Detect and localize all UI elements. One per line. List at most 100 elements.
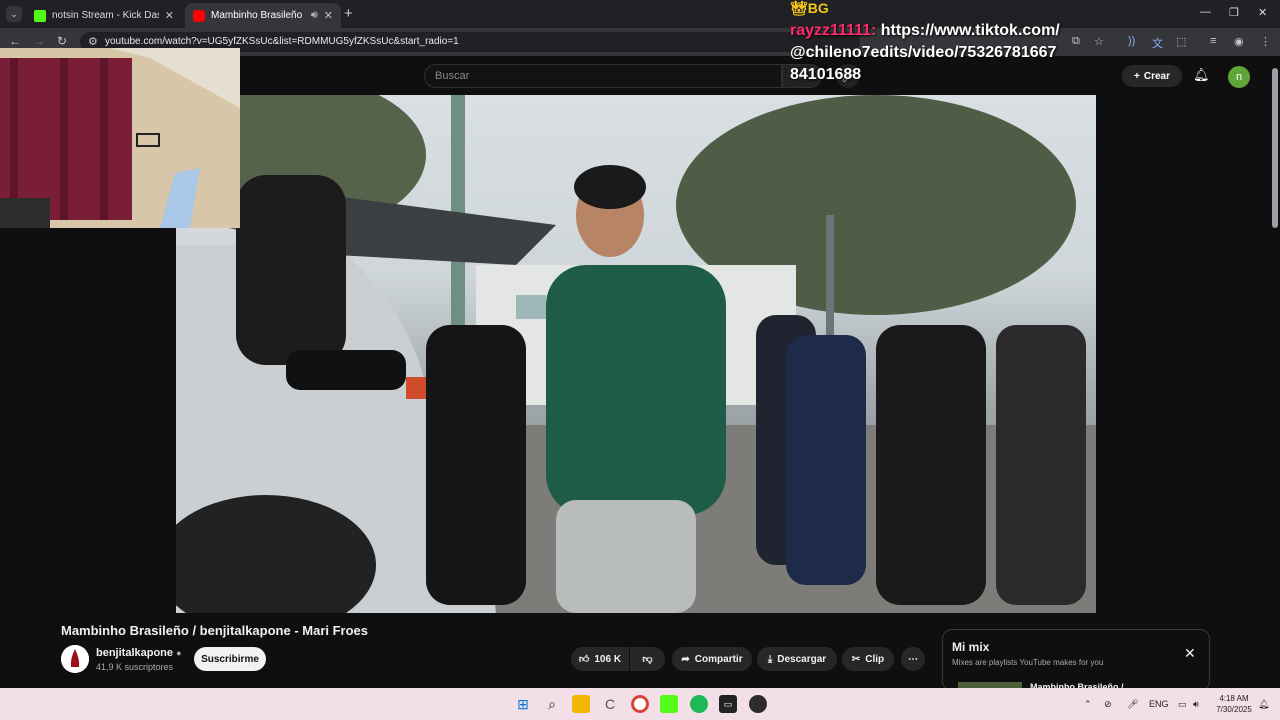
thumbs-up-icon: 👍︎: [578, 654, 590, 665]
channel-name[interactable]: benjitalkapone ●: [96, 647, 182, 659]
tray-chevron-up-icon[interactable]: ⌃: [1084, 699, 1092, 710]
tab-title: Mambinho Brasileño / benj: [211, 10, 305, 21]
person-crowd: [786, 335, 866, 585]
channel-name-text: benjitalkapone: [96, 647, 174, 659]
speaker-icon[interactable]: 🔊︎: [311, 9, 318, 22]
minimize-icon[interactable]: —: [1200, 6, 1211, 18]
edge-icon[interactable]: C: [601, 695, 619, 713]
restore-icon[interactable]: ❐: [1229, 6, 1239, 19]
kick-app-icon[interactable]: [660, 695, 678, 713]
chat-overlay-message: rayzz11111: https://www.tiktok.com/@chil…: [790, 20, 1060, 86]
extensions-puzzle-icon[interactable]: ⬚: [1176, 35, 1186, 48]
share-label: Compartir: [694, 653, 743, 665]
terminal-icon[interactable]: ▭: [719, 695, 737, 713]
like-button[interactable]: 👍︎ 106 K: [571, 647, 629, 671]
kick-icon: [34, 9, 46, 22]
person-crowd: [876, 325, 986, 605]
badge-text: BG: [807, 0, 829, 16]
sneaker: [286, 350, 406, 390]
video-frame-illustration: [176, 95, 1096, 613]
network-off-icon[interactable]: ⊘: [1104, 699, 1112, 710]
bookmark-star-icon[interactable]: ☆: [1094, 35, 1104, 48]
person-sitting: [236, 175, 346, 365]
reload-icon[interactable]: ↻: [57, 34, 67, 48]
new-tab-plus-icon[interactable]: +: [344, 6, 353, 22]
forward-arrow-icon[interactable]: →: [33, 34, 45, 48]
create-label: Crear: [1143, 70, 1170, 82]
video-player[interactable]: [176, 95, 1096, 613]
clock-time: 4:18 AM: [1219, 694, 1249, 703]
main-person-shirt: [546, 265, 726, 515]
scissors-icon: ✂: [851, 653, 861, 665]
subscribe-button[interactable]: Suscribirme: [194, 647, 266, 671]
mix-subtitle: Mixes are playlists YouTube makes for yo…: [952, 658, 1104, 667]
tab-search-chevron-icon[interactable]: ⌄: [6, 6, 22, 22]
channel-logo-icon: [61, 645, 89, 673]
main-person-pants: [556, 500, 696, 613]
profile-icon[interactable]: ◉: [1234, 35, 1244, 48]
back-arrow-icon[interactable]: ←: [9, 34, 21, 48]
more-horizontal-icon: ⋯: [908, 653, 918, 665]
close-icon[interactable]: ✕: [324, 9, 333, 22]
menu-kebab-icon[interactable]: ⋮: [1260, 35, 1271, 48]
like-count: 106 K: [594, 653, 622, 665]
close-icon[interactable]: ✕: [1184, 645, 1196, 662]
file-explorer-icon[interactable]: [572, 695, 590, 713]
search-icon[interactable]: ⌕: [543, 695, 561, 713]
desk-items: [0, 198, 50, 228]
notification-bell-icon[interactable]: 🔔︎: [1258, 699, 1269, 710]
window: [516, 295, 546, 319]
notifications-bell-icon[interactable]: 🔔︎: [1193, 67, 1210, 83]
video-title: Mambinho Brasileño / benjitalkapone - Ma…: [61, 623, 368, 638]
youtube-icon: [193, 9, 205, 22]
volume-icon[interactable]: 🔊︎: [1193, 699, 1199, 710]
window-close-icon[interactable]: ✕: [1258, 6, 1267, 19]
extension-wave-icon[interactable]: )): [1128, 35, 1135, 47]
create-button[interactable]: + Crear: [1122, 65, 1182, 87]
site-info-icon[interactable]: ⚙: [88, 35, 98, 48]
media-control-icon[interactable]: ≡: [1210, 35, 1216, 47]
verified-check-icon: ●: [176, 648, 182, 658]
account-avatar[interactable]: n: [1228, 66, 1250, 88]
download-button[interactable]: ⤓ Descargar: [757, 647, 837, 671]
mix-title: Mi mix: [952, 640, 990, 654]
channel-avatar[interactable]: [61, 645, 89, 673]
close-icon[interactable]: ✕: [165, 9, 174, 22]
share-arrow-icon: ➦: [681, 653, 690, 665]
scrollbar-thumb[interactable]: [1272, 68, 1278, 228]
url-text[interactable]: youtube.com/watch?v=UG5yfZKSsUc&list=RDM…: [105, 36, 459, 47]
thumbs-down-icon: 👎︎: [642, 654, 653, 665]
chat-username: rayzz11111:: [790, 22, 877, 39]
translate-icon[interactable]: 文: [1152, 35, 1163, 51]
download-label: Descargar: [777, 653, 827, 665]
search-input[interactable]: Buscar: [424, 64, 782, 88]
subscriber-count: 41,9 K suscriptores: [96, 662, 174, 672]
search-placeholder: Buscar: [435, 70, 470, 82]
windows-start-icon[interactable]: ⊞: [514, 695, 532, 713]
cast-icon[interactable]: ⧉: [1072, 35, 1080, 48]
webcam-room-illustration: [0, 48, 240, 228]
dislike-button[interactable]: 👎︎: [630, 647, 665, 671]
clip-button[interactable]: ✂ Clip: [842, 647, 894, 671]
tab-title: notsin Stream - Kick Dashboard: [52, 10, 159, 21]
chrome-icon[interactable]: [631, 695, 649, 713]
more-actions-button[interactable]: ⋯: [901, 647, 925, 671]
microphone-icon[interactable]: 🎤︎: [1127, 699, 1138, 710]
plus-icon: +: [1134, 70, 1140, 82]
language-indicator[interactable]: ENG: [1149, 699, 1169, 709]
chat-badge: 👑︎BG: [790, 0, 829, 16]
system-clock[interactable]: 4:18 AM 7/30/2025: [1212, 693, 1256, 715]
spotify-icon[interactable]: [690, 695, 708, 713]
clip-label: Clip: [865, 653, 885, 665]
avatar-letter: n: [1235, 71, 1243, 83]
download-icon: ⤓: [767, 653, 773, 665]
main-person-hair: [574, 165, 646, 209]
share-button[interactable]: ➦ Compartir: [672, 647, 752, 671]
obs-icon[interactable]: [749, 695, 767, 713]
tab-youtube-video[interactable]: Mambinho Brasileño / benj 🔊︎ ✕: [185, 3, 341, 28]
wifi-icon[interactable]: ▭: [1178, 699, 1187, 710]
person-crowd: [996, 325, 1086, 605]
clock-date: 7/30/2025: [1216, 705, 1252, 714]
tab-kick-dashboard[interactable]: notsin Stream - Kick Dashboard ✕: [26, 3, 182, 28]
webcam-overlay: [0, 48, 240, 228]
